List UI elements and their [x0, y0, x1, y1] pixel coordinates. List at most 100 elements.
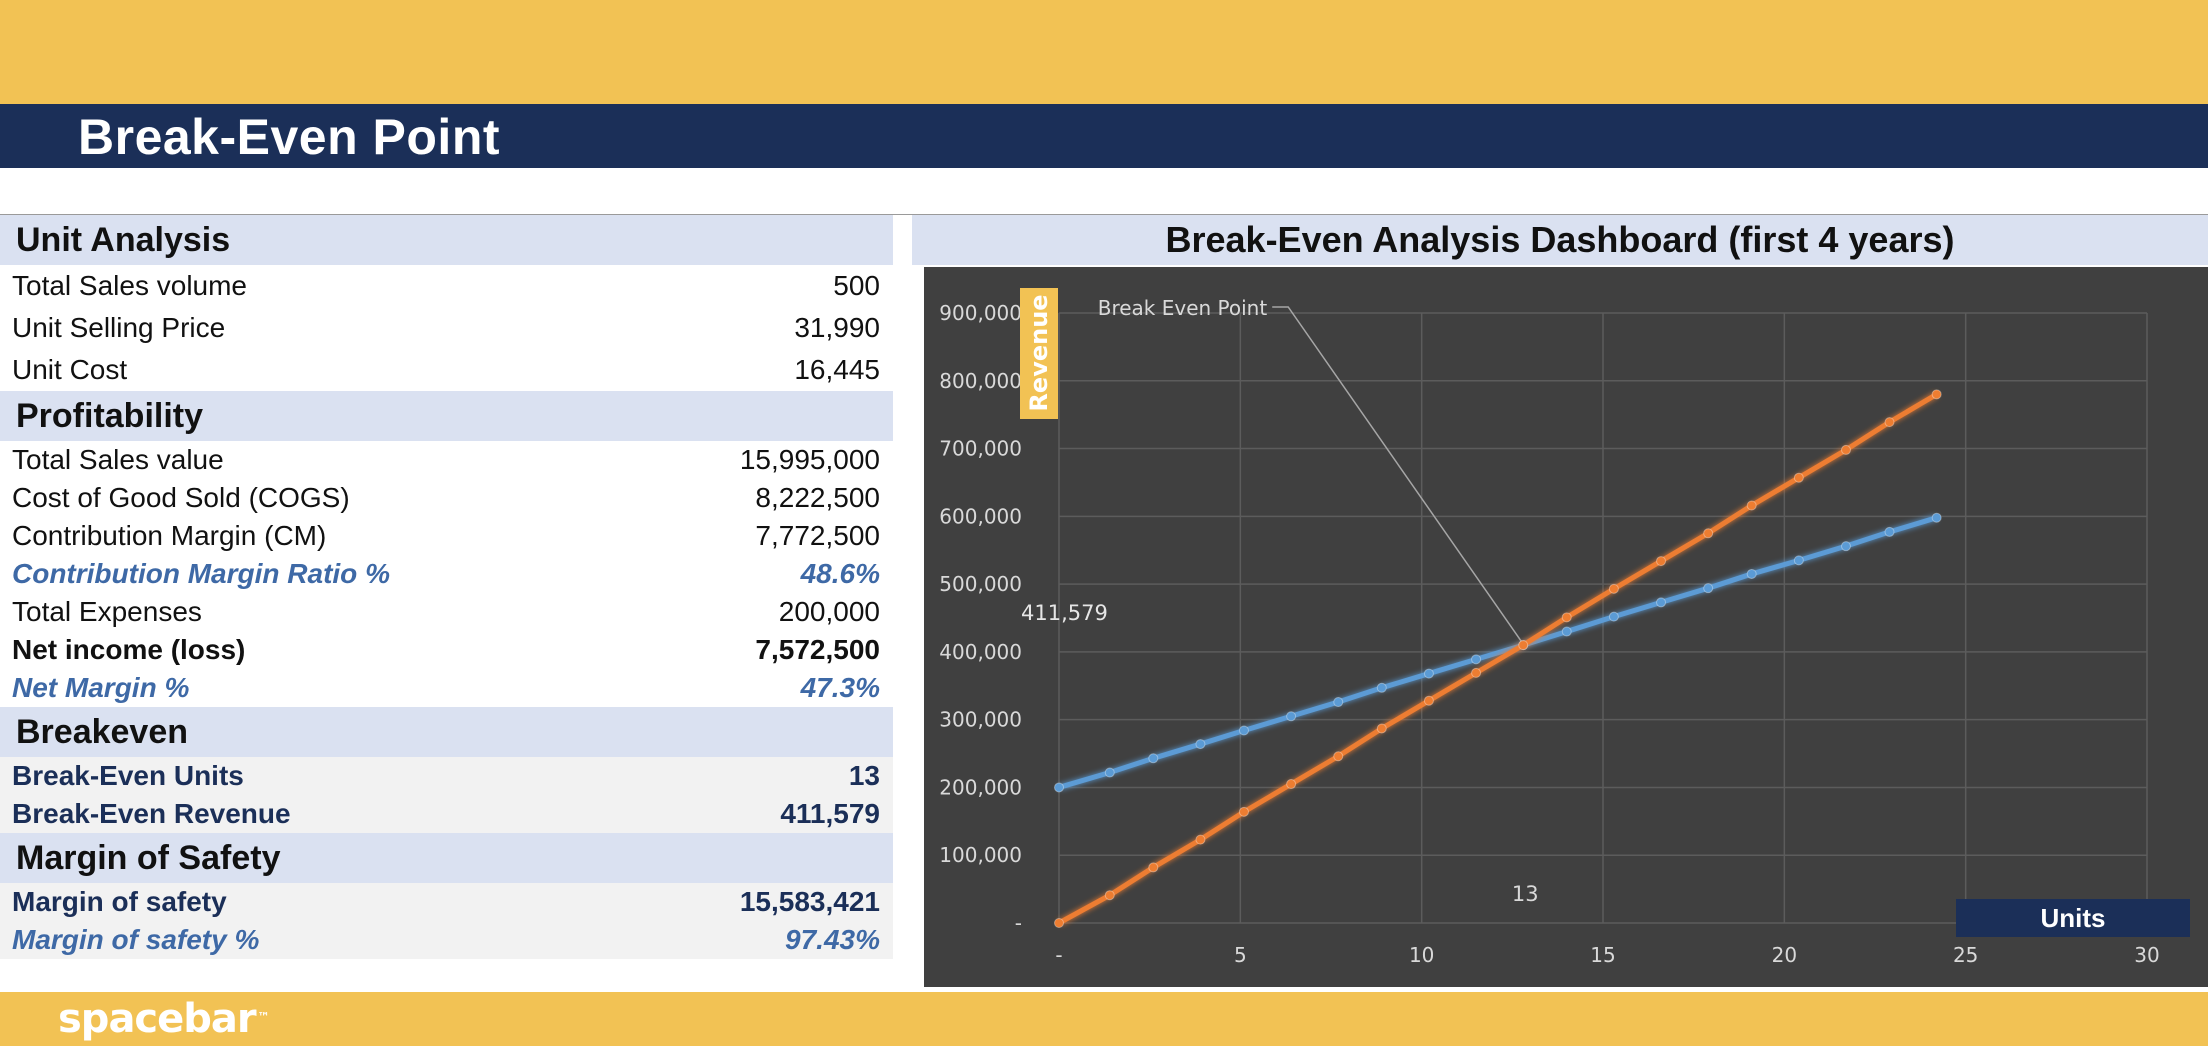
row-label: Break-Even Units: [12, 760, 244, 791]
series-point: [1561, 626, 1572, 637]
row-contribution-margin: Contribution Margin (CM) 7,772,500: [0, 517, 893, 555]
row-label: Net Margin %: [12, 672, 190, 703]
series-point: [1195, 834, 1206, 845]
logo-text: spacebar: [58, 996, 257, 1042]
row-label: Total Sales value: [12, 444, 224, 475]
y-axis-label: Revenue: [1025, 294, 1053, 411]
x-tick-label: 20: [1772, 943, 1797, 967]
annotation-break-even-point: Break Even Point: [1098, 296, 1268, 320]
series-point: [1333, 697, 1344, 708]
series-point: [1656, 556, 1667, 567]
series-point: [1931, 389, 1942, 400]
series-point: [1333, 751, 1344, 762]
x-tick-label: 25: [1953, 943, 1978, 967]
bottom-accent-band: [0, 992, 2208, 1046]
row-total-expenses: Total Expenses 200,000: [0, 593, 893, 631]
chart-title: Break-Even Analysis Dashboard (first 4 y…: [912, 215, 2208, 265]
row-label: Total Expenses: [12, 596, 202, 627]
row-value: 200,000: [778, 596, 880, 627]
x-axis-label: Units: [2041, 903, 2106, 933]
series-point: [1238, 806, 1249, 817]
series-point: [1471, 654, 1482, 665]
series-point: [1746, 500, 1757, 511]
row-net-margin: Net Margin % 47.3%: [0, 669, 893, 707]
row-label: Break-Even Revenue: [12, 798, 291, 829]
series-point: [1054, 782, 1064, 793]
series-point: [1884, 526, 1895, 537]
break-even-chart: Break-Even Analysis Dashboard (first 4 y…: [912, 215, 2208, 989]
break-even-units-label: 13: [1512, 882, 1539, 906]
series-point: [1376, 682, 1387, 693]
row-label: Unit Selling Price: [12, 312, 226, 343]
y-tick-label: 800,000: [939, 369, 1022, 393]
series-point: [1148, 753, 1159, 764]
row-label: Contribution Margin Ratio %: [12, 558, 390, 589]
series-point: [1286, 779, 1297, 790]
spacebar-logo: spacebar ™: [58, 996, 270, 1042]
row-value: 15,995,000: [739, 444, 880, 475]
series-point: [1423, 668, 1434, 679]
series-point: [1931, 512, 1942, 523]
row-total-sales-value: Total Sales value 15,995,000: [0, 441, 893, 479]
series-point: [1054, 918, 1064, 928]
row-margin-of-safety: Margin of safety 15,583,421: [0, 883, 893, 921]
trademark-mark: ™: [257, 1010, 270, 1024]
y-tick-label: 500,000: [939, 572, 1022, 596]
section-profitability: Profitability: [0, 391, 893, 441]
series-point: [1608, 583, 1619, 594]
row-value: 411,579: [780, 798, 880, 829]
x-tick-label: 30: [2134, 943, 2159, 967]
row-value: 15,583,421: [739, 886, 880, 917]
y-tick-label: 100,000: [939, 843, 1022, 867]
row-cogs: Cost of Good Sold (COGS) 8,222,500: [0, 479, 893, 517]
row-label: Margin of safety: [12, 886, 227, 917]
series-point: [1656, 597, 1667, 608]
section-breakeven: Breakeven: [0, 707, 893, 757]
row-total-sales-volume: Total Sales volume 500: [0, 265, 893, 307]
series-point: [1884, 417, 1895, 428]
section-margin-of-safety: Margin of Safety: [0, 833, 893, 883]
row-value: 97.43%: [785, 924, 880, 955]
row-value: 31,990: [794, 312, 880, 343]
series-point: [1376, 723, 1387, 734]
series-point: [1148, 862, 1159, 873]
row-label: Margin of safety %: [12, 924, 260, 955]
row-break-even-revenue: Break-Even Revenue 411,579: [0, 795, 893, 833]
x-tick-label: 5: [1234, 943, 1247, 967]
row-unit-cost: Unit Cost 16,445: [0, 349, 893, 391]
row-value: 47.3%: [800, 672, 880, 703]
series-point: [1286, 711, 1297, 722]
series-point: [1561, 612, 1572, 623]
row-value: 13: [848, 760, 880, 791]
y-tick-label: 900,000: [939, 301, 1022, 325]
row-value: 7,572,500: [755, 634, 880, 665]
row-label: Unit Cost: [12, 354, 128, 385]
row-value: 48.6%: [800, 558, 880, 589]
y-tick-label: 300,000: [939, 708, 1022, 732]
page-title: Break-Even Point: [78, 109, 501, 165]
row-margin-of-safety-pct: Margin of safety % 97.43%: [0, 921, 893, 959]
row-value: 16,445: [794, 354, 880, 385]
title-bar: Break-Even Point: [0, 104, 2208, 168]
analysis-table: Unit Analysis Total Sales volume 500 Uni…: [0, 215, 893, 959]
x-tick-label: 10: [1409, 943, 1434, 967]
series-point: [1793, 555, 1804, 566]
row-value: 500: [833, 270, 880, 301]
series-point: [1471, 667, 1482, 678]
row-unit-selling-price: Unit Selling Price 31,990: [0, 307, 893, 349]
section-unit-analysis: Unit Analysis: [0, 215, 893, 265]
series-point: [1608, 611, 1619, 622]
row-value: 7,772,500: [755, 520, 880, 551]
y-tick-label: -: [1015, 911, 1022, 935]
row-break-even-units: Break-Even Units 13: [0, 757, 893, 795]
series-point: [1840, 541, 1851, 552]
row-label: Contribution Margin (CM): [12, 520, 327, 551]
x-tick-label: -: [1055, 943, 1062, 967]
series-point: [1793, 472, 1804, 483]
chart-plot: - 100,000 200,000 300,000 400,000 500,000 600,…: [924, 267, 2208, 987]
row-value: 8,222,500: [755, 482, 880, 513]
row-label: Total Sales volume: [12, 270, 248, 301]
series-point: [1703, 583, 1714, 594]
series-point: [1840, 444, 1851, 455]
break-even-revenue-label: 411,579: [1021, 601, 1108, 625]
